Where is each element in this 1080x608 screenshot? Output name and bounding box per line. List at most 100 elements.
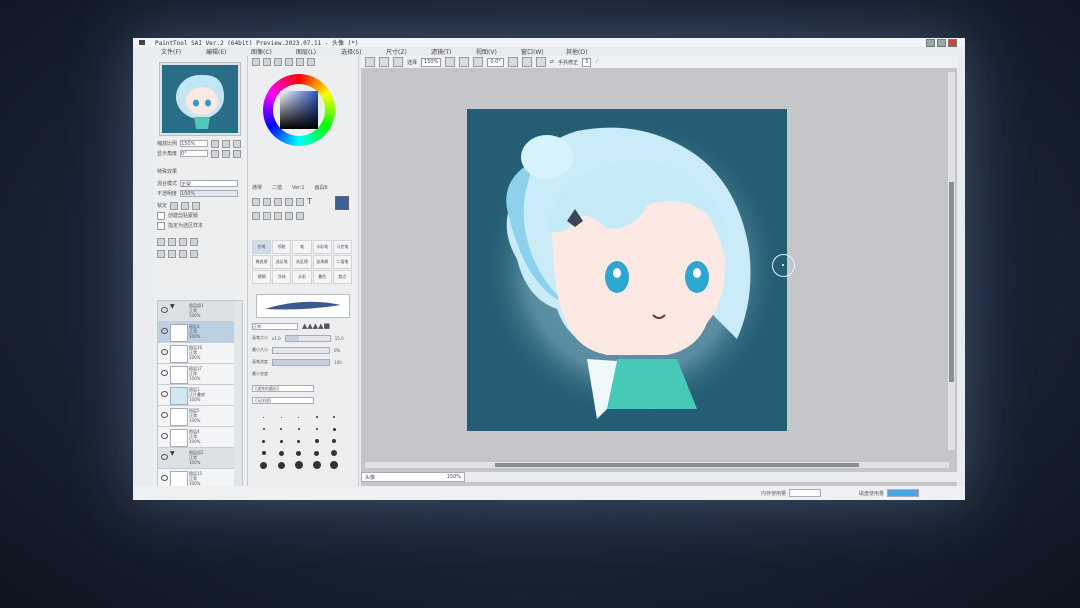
effects-row[interactable]: 特殊效果: [157, 168, 177, 175]
canvas-zoom-in-button[interactable]: [459, 57, 470, 67]
brush-preset-14[interactable]: [291, 448, 307, 458]
vertical-scroll-thumb[interactable]: [949, 182, 954, 382]
brush-shape-icons[interactable]: ▲▲▲▲■: [302, 322, 330, 330]
menu-file[interactable]: 文件(F): [161, 47, 206, 56]
hsv-slider-mode-button[interactable]: [274, 57, 282, 66]
brush-size-multiplier[interactable]: x1.0: [272, 336, 281, 341]
zoom-out-button[interactable]: [211, 139, 220, 148]
brush-preset-30[interactable]: [274, 460, 290, 470]
canvas-rotate-left-button[interactable]: [507, 57, 518, 67]
tool-binary-pen[interactable]: 二值笔: [332, 255, 352, 269]
close-button[interactable]: [948, 39, 957, 47]
brush-preset-3.5[interactable]: [309, 424, 325, 434]
pen-icon[interactable]: [296, 211, 304, 220]
canvas-angle-field[interactable]: 0.0°: [487, 57, 504, 67]
zoom-icon[interactable]: [263, 211, 271, 220]
pen-pressure-icon[interactable]: ⟋: [595, 59, 599, 65]
minimize-button[interactable]: [926, 39, 935, 47]
select-source-row[interactable]: 指定为选区样本: [157, 221, 203, 230]
brush-preset-2.3[interactable]: [256, 424, 272, 434]
brush-blend-select[interactable]: 正常: [252, 322, 298, 330]
brush-preset-20[interactable]: [326, 448, 342, 458]
tab-paint[interactable]: 画具6: [315, 184, 328, 191]
tool-blur[interactable]: 模糊: [252, 270, 272, 284]
menu-window[interactable]: 窗口(W): [521, 47, 566, 56]
brush-preset-12[interactable]: [274, 448, 290, 458]
eye-icon[interactable]: [161, 454, 168, 460]
tool-smudge[interactable]: 涂抹: [272, 270, 292, 284]
color-wheel[interactable]: [263, 74, 335, 146]
eye-icon[interactable]: [161, 433, 168, 439]
layer-item[interactable]: ▼ 图层组2 正常 100%: [158, 448, 234, 469]
vertical-scrollbar[interactable]: [948, 72, 955, 450]
flip-icon[interactable]: ⇄: [550, 59, 554, 65]
rotate-reset-button[interactable]: [233, 149, 242, 158]
undo-icon[interactable]: [365, 57, 375, 67]
brush-preset-7[interactable]: [291, 436, 307, 446]
tool-select-pen[interactable]: 选区笔: [272, 255, 292, 269]
tool-bucket[interactable]: 油漆桶: [312, 255, 332, 269]
navigator[interactable]: [159, 62, 241, 136]
canvas-zoom-out-button[interactable]: [445, 57, 456, 67]
tool-overlay[interactable]: 叠色: [312, 270, 332, 284]
hand-icon[interactable]: [296, 197, 304, 206]
brush-texture-select[interactable]: 【无纹理】: [252, 396, 314, 404]
text-tool-icon[interactable]: T: [307, 197, 312, 206]
lock-paint-button[interactable]: [192, 201, 201, 210]
canvas-area[interactable]: 选择 150% 0.0° ⇄ 手抖修正 3 ⟋ 头像 150%: [361, 56, 957, 496]
layer-item[interactable]: 图层16 正常 100%: [158, 343, 234, 364]
scratchpad-mode-button[interactable]: [296, 57, 304, 66]
rgb-slider-mode-button[interactable]: [263, 57, 271, 66]
layer-item[interactable]: 图层3 正常 100%: [158, 322, 234, 343]
menu-edit[interactable]: 编辑(E): [206, 47, 251, 56]
min-size-slider[interactable]: [272, 346, 330, 354]
brush-preset-16[interactable]: [309, 448, 325, 458]
maximize-button[interactable]: [937, 39, 946, 47]
canvas-rotate-right-button[interactable]: [521, 57, 532, 67]
tool-marker[interactable]: 马克笔: [332, 240, 352, 254]
brush-preset-35[interactable]: [291, 460, 307, 470]
eye-icon[interactable]: [161, 412, 168, 418]
new-linework-button[interactable]: [168, 237, 176, 246]
delete-layer-button[interactable]: [190, 249, 198, 258]
swatch-mode-button[interactable]: [285, 57, 293, 66]
rotate-icon[interactable]: [274, 211, 282, 220]
document-tab[interactable]: 头像 150%: [361, 472, 465, 482]
rotate-left-button[interactable]: [211, 149, 220, 158]
brush-preset-6[interactable]: [274, 436, 290, 446]
menu-layer[interactable]: 图层(L): [296, 47, 341, 56]
layer-item[interactable]: 图层5 正常 100%: [158, 406, 234, 427]
tool-eraser[interactable]: 橡皮擦: [252, 255, 272, 269]
density-slider[interactable]: [272, 358, 330, 366]
eye-icon[interactable]: [161, 475, 168, 481]
opacity-slider[interactable]: 100%: [180, 190, 239, 197]
tab-ver1[interactable]: Ver.1: [292, 185, 304, 191]
select-source-checkbox[interactable]: [157, 221, 165, 230]
stabilizer-field[interactable]: 3: [581, 57, 592, 67]
angle-field[interactable]: 0°: [180, 150, 209, 157]
menu-view[interactable]: 视图(V): [476, 47, 521, 56]
canvas-zoom-reset-button[interactable]: [473, 57, 484, 67]
blend-mode-select[interactable]: 正常: [180, 180, 239, 188]
rect-select-icon[interactable]: [252, 197, 260, 206]
canvas-document[interactable]: [467, 109, 787, 431]
canvas-zoom-field[interactable]: 150%: [421, 57, 442, 67]
menu-select[interactable]: 选择(S): [341, 47, 386, 56]
deselect-icon[interactable]: [393, 57, 403, 67]
magic-wand-icon[interactable]: [274, 197, 282, 206]
brush-preset-9[interactable]: [326, 436, 342, 446]
eye-icon[interactable]: [161, 391, 168, 397]
eye-icon[interactable]: [161, 349, 168, 355]
menu-image[interactable]: 图像(C): [251, 47, 296, 56]
horizontal-scrollbar[interactable]: [365, 462, 949, 468]
zoom-in-button[interactable]: [222, 139, 231, 148]
brush-preset-25[interactable]: [256, 460, 272, 470]
saturation-value-square[interactable]: [280, 91, 318, 129]
canvas-rotate-reset-button[interactable]: [535, 57, 546, 67]
menu-size[interactable]: 尺寸(Z): [386, 47, 431, 56]
menu-filter[interactable]: 滤镜(T): [431, 47, 476, 56]
zoom-reset-button[interactable]: [233, 139, 242, 148]
brush-preset-5[interactable]: [256, 436, 272, 446]
brush-preset-0.7[interactable]: [256, 412, 272, 422]
color-wheel-mode-button[interactable]: [252, 57, 260, 66]
